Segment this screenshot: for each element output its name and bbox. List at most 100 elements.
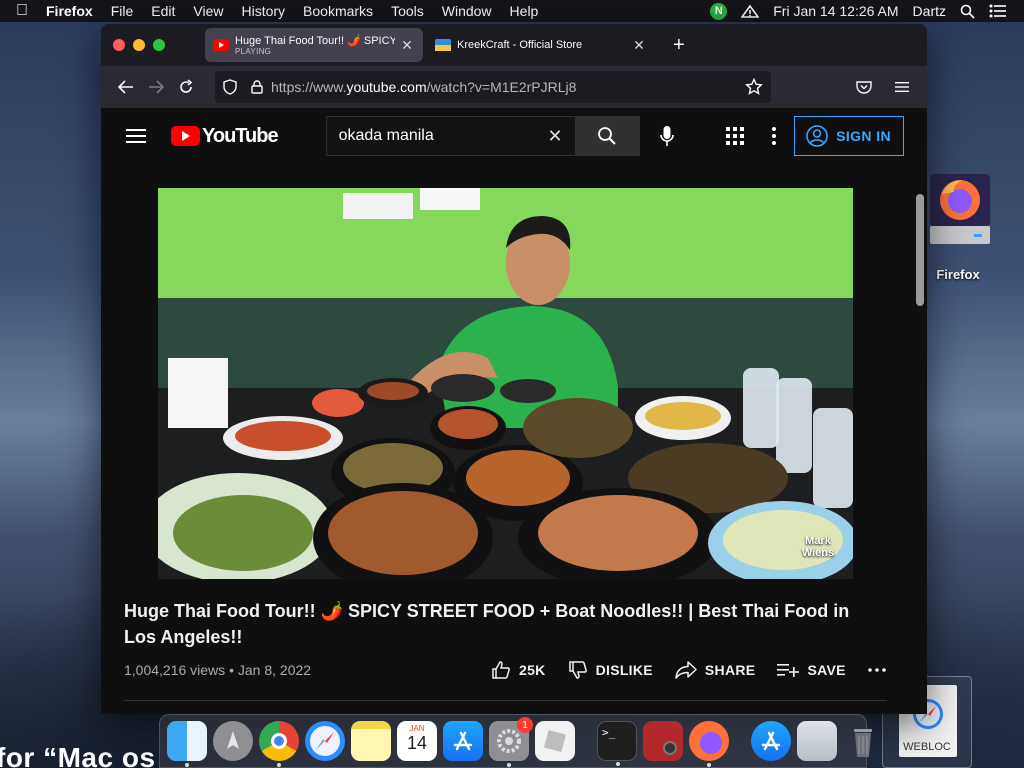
account-icon xyxy=(806,125,828,147)
menu-history[interactable]: History xyxy=(232,3,294,19)
app-menu-button[interactable] xyxy=(887,72,917,102)
dislike-button[interactable]: DISLIKE xyxy=(568,660,653,680)
forward-arrow-icon xyxy=(149,80,164,94)
search-icon xyxy=(598,127,616,145)
app-store-downloads-icon[interactable] xyxy=(751,721,791,761)
upload-date: Jan 8, 2022 xyxy=(237,662,312,678)
user-name[interactable]: Dartz xyxy=(906,3,953,19)
tab-strip: Huge Thai Food Tour!! 🌶️ SPICY STREET FO… xyxy=(101,24,927,66)
window-close-button[interactable] xyxy=(113,39,125,51)
tab-playing-label: PLAYING xyxy=(235,47,272,56)
save-button[interactable]: SAVE xyxy=(777,662,845,678)
video-player[interactable]: Mark Wiens xyxy=(158,188,853,579)
page-scrollbar[interactable] xyxy=(916,194,924,306)
desktop-firefox-icon[interactable]: Firefox xyxy=(928,172,990,282)
new-tab-button[interactable]: + xyxy=(673,35,685,55)
launchpad-icon[interactable] xyxy=(213,721,253,761)
voice-search-button[interactable] xyxy=(654,125,680,147)
navigation-toolbar: https://www.youtube.com/watch?v=M1E2rPJR… xyxy=(101,66,927,108)
spotlight-search-icon[interactable] xyxy=(953,4,982,19)
roblox-icon[interactable] xyxy=(535,721,575,761)
finder-icon[interactable] xyxy=(167,721,207,767)
safari-icon[interactable] xyxy=(305,721,345,761)
meta-separator: • xyxy=(229,662,238,678)
pocket-icon xyxy=(856,81,872,94)
window-zoom-button[interactable] xyxy=(153,39,165,51)
microphone-icon xyxy=(659,126,674,146)
notes-icon[interactable] xyxy=(351,721,391,761)
back-button[interactable] xyxy=(111,72,141,102)
firefox-dock-icon[interactable] xyxy=(689,721,729,767)
tab-close-icon[interactable]: ✕ xyxy=(631,37,647,54)
share-arrow-icon xyxy=(675,661,697,679)
menu-tools[interactable]: Tools xyxy=(382,3,433,19)
search-input[interactable]: okada manila ✕ xyxy=(325,116,576,156)
calendar-month: JAN xyxy=(409,724,425,733)
firefox-window: Huge Thai Food Tour!! 🌶️ SPICY STREET FO… xyxy=(101,24,927,714)
sign-in-button[interactable]: SIGN IN xyxy=(793,116,904,156)
url-text: https://www.youtube.com/watch?v=M1E2rPJR… xyxy=(271,79,577,95)
back-arrow-icon xyxy=(118,80,133,94)
trash-icon[interactable] xyxy=(843,721,883,761)
apps-grid-icon[interactable] xyxy=(725,127,744,145)
clear-search-icon[interactable]: ✕ xyxy=(547,126,562,147)
video-title: Huge Thai Food Tour!! 🌶️ SPICY STREET FO… xyxy=(124,601,850,647)
menu-view[interactable]: View xyxy=(184,3,232,19)
pocket-button[interactable] xyxy=(849,72,879,102)
playlist-add-icon xyxy=(777,664,800,677)
menu-window[interactable]: Window xyxy=(433,3,501,19)
kreekcraft-favicon-icon xyxy=(435,39,451,51)
window-controls xyxy=(101,39,205,51)
documents-folder-icon[interactable] xyxy=(797,721,837,761)
dock: JAN 14 1 >_ xyxy=(159,714,872,768)
shield-icon[interactable] xyxy=(223,79,237,95)
firefox-disk-icon xyxy=(930,174,990,244)
apple-menu-icon[interactable]:  xyxy=(0,2,44,20)
bookmark-star-icon[interactable] xyxy=(745,78,763,96)
video-actions: 25K DISLIKE SHARE SAVE xyxy=(491,660,886,680)
menu-bar:  Firefox File Edit View History Bookmar… xyxy=(0,0,1024,22)
menu-bookmarks[interactable]: Bookmarks xyxy=(294,3,382,19)
forward-button[interactable] xyxy=(141,72,171,102)
chrome-icon[interactable] xyxy=(259,721,299,767)
share-button[interactable]: SHARE xyxy=(675,661,756,679)
wifi-warning-icon[interactable] xyxy=(734,4,766,18)
calendar-icon[interactable]: JAN 14 xyxy=(397,721,437,761)
youtube-logo[interactable]: YouTube xyxy=(171,125,279,148)
video-watermark: Mark Wiens xyxy=(801,535,835,559)
menu-file[interactable]: File xyxy=(102,3,143,19)
tab-close-icon[interactable]: ✕ xyxy=(399,37,415,54)
video-meta: 1,004,216 views • Jan 8, 2022 xyxy=(124,662,311,678)
background-window-text: for “Mac os xyxy=(0,742,156,768)
menu-help[interactable]: Help xyxy=(501,3,548,19)
more-actions-button[interactable] xyxy=(867,668,886,672)
calendar-day: 14 xyxy=(406,733,428,753)
like-button[interactable]: 25K xyxy=(491,660,546,680)
video-frame xyxy=(158,188,853,579)
clock[interactable]: Fri Jan 14 12:26 AM xyxy=(766,3,905,19)
thumbs-down-icon xyxy=(568,661,587,679)
control-center-icon[interactable] xyxy=(982,4,1014,18)
menu-edit[interactable]: Edit xyxy=(142,3,184,19)
notification-badge: 1 xyxy=(517,717,533,733)
guide-menu-icon[interactable] xyxy=(125,128,147,144)
system-preferences-icon[interactable]: 1 xyxy=(489,717,533,767)
window-minimize-button[interactable] xyxy=(133,39,145,51)
webloc-label: WEBLOC xyxy=(903,741,951,753)
app-store-icon[interactable] xyxy=(443,721,483,761)
app-menu[interactable]: Firefox xyxy=(44,3,102,19)
url-bar[interactable]: https://www.youtube.com/watch?v=M1E2rPJR… xyxy=(215,71,771,103)
photo-booth-icon[interactable] xyxy=(643,721,683,761)
search-button[interactable] xyxy=(575,116,640,156)
desktop-firefox-label: Firefox xyxy=(936,267,980,282)
reload-button[interactable] xyxy=(171,72,201,102)
terminal-icon[interactable]: >_ xyxy=(597,721,637,766)
more-horizontal-icon xyxy=(867,668,886,672)
status-n-icon[interactable]: N xyxy=(710,2,728,20)
tab-youtube[interactable]: Huge Thai Food Tour!! 🌶️ SPICY STREET FO… xyxy=(205,28,423,62)
page-content: YouTube okada manila ✕ SIGN IN Mark Wien… xyxy=(101,108,927,714)
settings-more-icon[interactable] xyxy=(771,127,776,145)
youtube-favicon-icon xyxy=(213,39,229,51)
tab-kreekcraft[interactable]: KreekCraft - Official Store ✕ xyxy=(427,28,655,62)
lock-icon[interactable] xyxy=(251,80,263,94)
